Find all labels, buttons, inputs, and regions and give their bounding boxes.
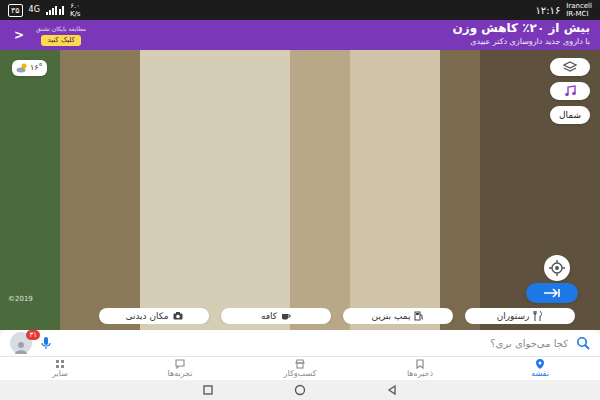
carrier-sub: IR-MCI [566, 10, 592, 18]
carrier: IrancellIR-MCI [566, 2, 592, 18]
net-speed: ۶.۰K/s [70, 2, 81, 18]
ad-subtitle: با داروی جدید داروسازی دکتر عبیدی [470, 35, 590, 48]
category-chips: رستوران پمپ بنزین کافه مکان دیدنی [0, 308, 575, 324]
speed-value: ۶.۰ [70, 2, 80, 10]
nav-item[interactable]: کسب‌وکار [240, 357, 360, 380]
map-attribution: ©2019 [8, 294, 33, 305]
layers-icon [563, 61, 577, 73]
category-label: کافه [261, 309, 277, 323]
map-controls: شمال [550, 58, 590, 124]
category-chip[interactable]: کافه [221, 308, 331, 324]
music-icon [564, 85, 576, 97]
nav-icon [535, 359, 545, 369]
status-bar: ۳۵ 4G ۶.۰K/s ۱۲:۱۶ IrancellIR-MCI [0, 0, 600, 20]
locate-icon [549, 260, 565, 276]
signal-icon [46, 5, 64, 15]
nav-icon [415, 359, 425, 369]
ad-text: بیش از ۲۰٪ کاهش وزنبا داروی جدید داروساز… [453, 22, 590, 48]
nav-item[interactable]: نقشه [480, 357, 600, 380]
bottom-nav: نقشه ذخیره‌ها کسب‌وکار تجربه‌ها سایر [0, 356, 600, 380]
fuel-icon [414, 311, 424, 321]
route-icon [543, 288, 561, 298]
person-icon [14, 340, 28, 354]
nav-icon [295, 359, 305, 369]
speed-unit: K/s [70, 10, 81, 18]
back-icon[interactable] [386, 384, 398, 396]
search-bar: ۳۱ [0, 330, 600, 356]
map-view[interactable]: ۱۶° شمال ©2019 رستوران پمپ بنزین کافه مکان دید… [0, 50, 600, 330]
category-label: مکان دیدنی [125, 309, 168, 323]
category-label: رستوران [497, 309, 530, 323]
nav-item[interactable]: سایر [0, 357, 120, 380]
ad-button[interactable]: کلیک کنید [41, 35, 80, 46]
category-chip[interactable]: پمپ بنزین [343, 308, 453, 324]
profile-avatar[interactable]: ۳۱ [10, 332, 32, 354]
ad-banner[interactable]: بیش از ۲۰٪ کاهش وزنبا داروی جدید داروساز… [0, 20, 600, 50]
field-patch [350, 50, 440, 330]
music-button[interactable] [550, 82, 590, 100]
locate-button[interactable] [544, 255, 570, 281]
field-patch [290, 50, 350, 330]
nav-label: کسب‌وکار [284, 369, 317, 379]
weather-temp: ۱۶° [30, 62, 43, 74]
nav-icon [55, 359, 65, 369]
restaurant-icon [533, 311, 543, 321]
ad-label: مطابقه بایکان نشنق [36, 24, 86, 34]
system-nav-bar [0, 380, 600, 400]
nav-label: سایر [52, 369, 68, 379]
notification-badge: ۳۱ [26, 330, 40, 340]
field-patch [440, 50, 480, 330]
ad-title: بیش از ۲۰٪ کاهش وزن [453, 22, 590, 35]
ad-cta: مطابقه بایکان نشنقکلیک کنید [36, 24, 86, 46]
mic-icon[interactable] [40, 336, 52, 350]
ad-arrow[interactable]: < [10, 26, 28, 44]
category-chip[interactable]: رستوران [465, 308, 575, 324]
search-input[interactable] [60, 336, 568, 351]
recents-icon[interactable] [202, 384, 214, 396]
sight-icon [173, 311, 183, 321]
nav-label: تجربه‌ها [168, 369, 193, 379]
carrier-name: Irancell [566, 2, 592, 10]
status-right: ۱۲:۱۶ IrancellIR-MCI [535, 2, 592, 18]
clock: ۱۲:۱۶ [535, 3, 560, 18]
search-icon [576, 336, 590, 350]
field-patch [140, 50, 290, 330]
layers-button[interactable] [550, 58, 590, 76]
nav-label: نقشه [531, 369, 549, 379]
battery: ۳۵ [8, 4, 23, 17]
nav-item[interactable]: تجربه‌ها [120, 357, 240, 380]
weather-badge[interactable]: ۱۶° [12, 60, 47, 76]
status-left: ۳۵ 4G ۶.۰K/s [8, 2, 81, 18]
route-button[interactable] [526, 283, 578, 303]
network-type: 4G [29, 4, 40, 16]
category-label: پمپ بنزین [372, 309, 411, 323]
nav-icon [175, 359, 185, 369]
cafe-icon [281, 311, 291, 321]
compass-label: شمال [559, 108, 581, 122]
compass-button[interactable]: شمال [550, 106, 590, 124]
category-chip[interactable]: مکان دیدنی [99, 308, 209, 324]
nav-item[interactable]: ذخیره‌ها [360, 357, 480, 380]
field-patch [0, 50, 60, 330]
home-icon[interactable] [294, 384, 306, 396]
field-patch [60, 50, 140, 330]
satellite-image [0, 50, 600, 330]
cloud-icon [16, 63, 28, 73]
nav-label: ذخیره‌ها [407, 369, 433, 379]
